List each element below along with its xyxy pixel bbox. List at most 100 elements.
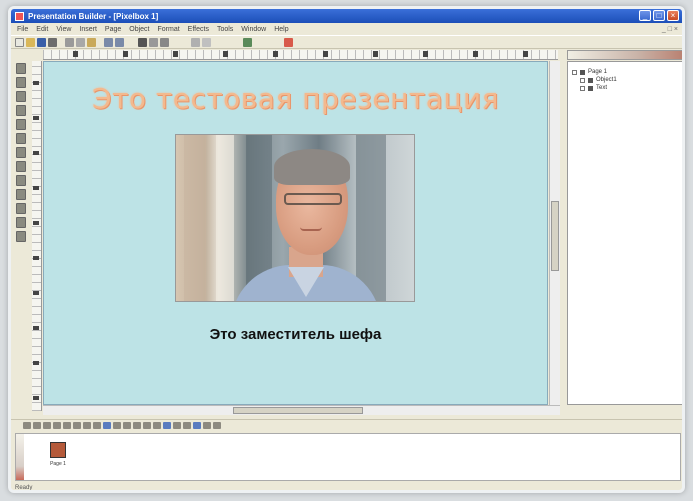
thumbnail-label: Page 1 bbox=[50, 461, 66, 467]
timing-icon[interactable] bbox=[113, 422, 121, 429]
color-icon[interactable] bbox=[284, 37, 293, 47]
duplicate-page-icon[interactable] bbox=[83, 422, 91, 429]
menu-object[interactable]: Object bbox=[129, 26, 149, 33]
menu-help[interactable]: Help bbox=[274, 26, 288, 33]
video-icon[interactable] bbox=[16, 189, 26, 200]
ruler-marker bbox=[523, 51, 528, 57]
image-icon[interactable] bbox=[202, 37, 211, 47]
grid-icon[interactable] bbox=[149, 37, 158, 47]
ruler-marker bbox=[33, 361, 39, 365]
view-mode-icon[interactable] bbox=[193, 422, 201, 429]
menu-file[interactable]: File bbox=[17, 26, 28, 33]
print-icon[interactable] bbox=[48, 37, 57, 47]
new-icon[interactable] bbox=[15, 37, 24, 47]
photo-bg-building bbox=[356, 135, 386, 301]
move-page-icon[interactable] bbox=[93, 422, 101, 429]
zoom-in-icon[interactable] bbox=[203, 422, 211, 429]
menu-page[interactable]: Page bbox=[105, 26, 121, 33]
sound-icon[interactable] bbox=[123, 422, 131, 429]
page-thumbnail[interactable]: Page 1 bbox=[46, 442, 70, 472]
expand-icon[interactable] bbox=[572, 69, 577, 75]
ellipse-icon[interactable] bbox=[16, 105, 26, 116]
copy-icon[interactable] bbox=[76, 37, 85, 47]
first-page-icon[interactable] bbox=[23, 422, 31, 429]
vertical-ruler[interactable] bbox=[32, 61, 42, 411]
menu-format[interactable]: Format bbox=[158, 26, 180, 33]
zoom-icon[interactable] bbox=[138, 37, 147, 47]
save-icon[interactable] bbox=[37, 37, 46, 47]
align-icon[interactable] bbox=[160, 37, 169, 47]
ruler-marker bbox=[33, 256, 39, 260]
cut-icon[interactable] bbox=[65, 37, 74, 47]
zoom-tool-icon[interactable] bbox=[16, 217, 26, 228]
menu-bar: File Edit View Insert Page Object Format… bbox=[11, 23, 682, 35]
slide-caption[interactable]: Это заместитель шефа bbox=[44, 326, 547, 343]
preview-icon[interactable] bbox=[133, 422, 141, 429]
properties-icon[interactable] bbox=[173, 422, 181, 429]
add-page-icon[interactable] bbox=[63, 422, 71, 429]
expand-icon[interactable] bbox=[580, 77, 585, 83]
horizontal-scrollbar[interactable] bbox=[43, 405, 560, 415]
ruler-marker bbox=[273, 51, 278, 57]
ruler-marker bbox=[423, 51, 428, 57]
strip-handle[interactable] bbox=[16, 434, 24, 480]
zoom-out-icon[interactable] bbox=[213, 422, 221, 429]
tree-node-object[interactable]: Object1 bbox=[580, 76, 617, 84]
object-icon bbox=[588, 77, 593, 83]
slide-title[interactable]: Это тестовая презентация bbox=[44, 82, 547, 115]
play-icon[interactable] bbox=[143, 422, 151, 429]
hand-icon[interactable] bbox=[16, 231, 26, 242]
open-icon[interactable] bbox=[26, 37, 35, 47]
last-page-icon[interactable] bbox=[53, 422, 61, 429]
undo-icon[interactable] bbox=[104, 37, 113, 47]
vertical-scrollbar[interactable] bbox=[549, 61, 560, 405]
slide-photo[interactable] bbox=[175, 134, 415, 302]
application-window: Presentation Builder - [Pixelbox 1] _ □ … bbox=[8, 6, 685, 493]
minimize-button[interactable]: _ bbox=[639, 10, 651, 21]
table-icon[interactable] bbox=[16, 147, 26, 158]
ruler-marker bbox=[33, 396, 39, 400]
export-icon[interactable] bbox=[183, 422, 191, 429]
photo-bg-building bbox=[184, 135, 206, 301]
tree-node-page[interactable]: Page 1 bbox=[572, 68, 617, 76]
text-tool-icon[interactable] bbox=[16, 77, 26, 88]
ruler-marker bbox=[323, 51, 328, 57]
prev-page-icon[interactable] bbox=[33, 422, 41, 429]
paste-icon[interactable] bbox=[87, 37, 96, 47]
scroll-thumb[interactable] bbox=[233, 407, 363, 414]
text-icon[interactable] bbox=[191, 37, 200, 47]
shape-icon[interactable] bbox=[243, 37, 252, 47]
horizontal-ruler[interactable] bbox=[43, 50, 558, 60]
ruler-marker bbox=[173, 51, 178, 57]
line-icon[interactable] bbox=[16, 119, 26, 130]
app-icon bbox=[15, 11, 24, 21]
menu-insert[interactable]: Insert bbox=[79, 26, 97, 33]
menu-window[interactable]: Window bbox=[241, 26, 266, 33]
menu-effects[interactable]: Effects bbox=[188, 26, 209, 33]
slide-canvas[interactable]: Это тестовая презентация Это заместитель… bbox=[43, 61, 548, 405]
chart-icon[interactable] bbox=[16, 161, 26, 172]
rectangle-icon[interactable] bbox=[16, 91, 26, 102]
menu-edit[interactable]: Edit bbox=[36, 26, 48, 33]
menu-view[interactable]: View bbox=[56, 26, 71, 33]
tree-node-text[interactable]: Text bbox=[580, 84, 617, 92]
stop-icon[interactable] bbox=[153, 422, 161, 429]
link-icon[interactable] bbox=[16, 203, 26, 214]
expand-icon[interactable] bbox=[580, 85, 585, 91]
scroll-thumb[interactable] bbox=[551, 201, 559, 271]
mdi-controls[interactable]: _ □ × bbox=[662, 26, 678, 33]
image-tool-icon[interactable] bbox=[16, 133, 26, 144]
ruler-marker bbox=[33, 151, 39, 155]
redo-icon[interactable] bbox=[115, 37, 124, 47]
layout-icon[interactable] bbox=[163, 422, 171, 429]
close-button[interactable]: × bbox=[667, 10, 679, 21]
sound-icon[interactable] bbox=[16, 175, 26, 186]
title-bar[interactable]: Presentation Builder - [Pixelbox 1] _ □ … bbox=[11, 9, 682, 23]
menu-tools[interactable]: Tools bbox=[217, 26, 233, 33]
ruler-marker bbox=[223, 51, 228, 57]
transition-icon[interactable] bbox=[103, 422, 111, 429]
next-page-icon[interactable] bbox=[43, 422, 51, 429]
pointer-icon[interactable] bbox=[16, 63, 26, 74]
delete-page-icon[interactable] bbox=[73, 422, 81, 429]
maximize-button[interactable]: □ bbox=[653, 10, 665, 21]
